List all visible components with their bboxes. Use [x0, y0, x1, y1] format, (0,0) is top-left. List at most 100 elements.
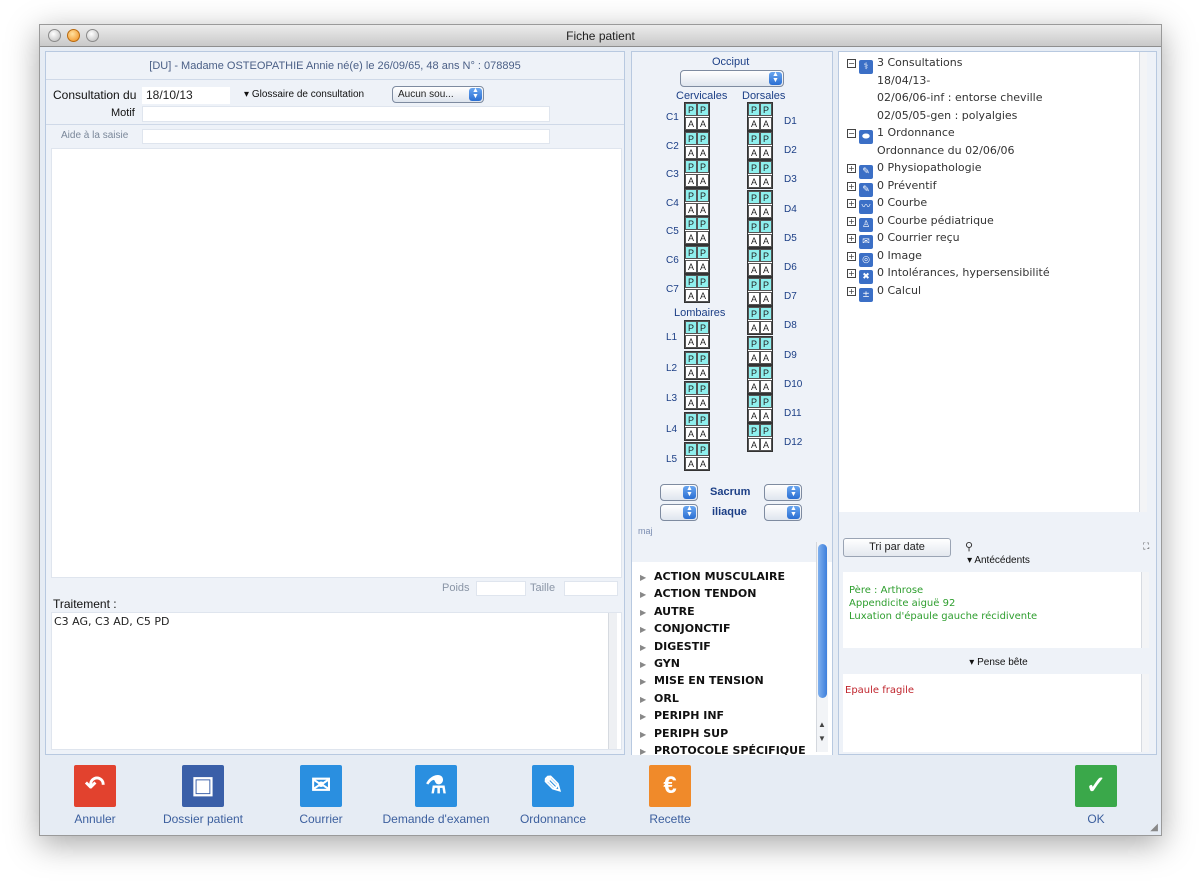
d4-a-left-cell[interactable]: A — [748, 204, 760, 218]
d12-a-left-cell[interactable]: A — [748, 438, 760, 452]
c7-p-right-cell[interactable]: P — [697, 274, 709, 288]
tree-category[interactable]: + ✉ 0 Courrier reçu — [847, 231, 960, 249]
technique-item[interactable]: ▶ ACTION MUSCULAIRE — [640, 570, 785, 583]
expand-icon[interactable]: + — [847, 216, 856, 226]
sacrum-left-select[interactable]: ▲ ▼ — [660, 484, 698, 501]
d1-p-left-cell[interactable]: P — [748, 103, 760, 116]
c1-p-left-cell[interactable]: P — [685, 103, 697, 116]
technique-item[interactable]: ▶ PERIPH SUP — [640, 727, 728, 740]
c2-a-right-cell[interactable]: A — [697, 145, 709, 159]
expand-icon[interactable]: + — [847, 181, 856, 191]
courrier-button[interactable]: ✉ Courrier — [266, 765, 376, 826]
l2-p-left-cell[interactable]: P — [685, 351, 697, 365]
c5-p-right-cell[interactable]: P — [697, 217, 709, 231]
c4-a-left-cell[interactable]: A — [685, 202, 697, 216]
l4-p-right-cell[interactable]: P — [697, 412, 709, 426]
tree-category[interactable]: + ±0 Calcul — [847, 284, 921, 302]
c5-a-right-cell[interactable]: A — [697, 231, 709, 245]
d8-a-right-cell[interactable]: A — [760, 321, 772, 335]
resize-grip-icon[interactable]: ◢ — [1150, 822, 1158, 833]
c6-p-left-cell[interactable]: P — [685, 246, 697, 259]
scroll-up-icon[interactable]: ▲ — [818, 720, 826, 729]
c4-p-right-cell[interactable]: P — [697, 188, 709, 202]
d11-a-right-cell[interactable]: A — [760, 409, 772, 422]
antecedents-area[interactable]: Père : Arthrose Appendicite aiguë 92 Luxat… — [843, 572, 1141, 648]
technique-item[interactable]: ▶ CONJONCTIF — [640, 622, 730, 635]
d9-a-right-cell[interactable]: A — [760, 350, 772, 364]
pense-bete-scrollbar[interactable] — [1141, 674, 1149, 752]
techniques-scrollbar[interactable]: ▲ ▼ — [816, 542, 828, 752]
d6-p-left-cell[interactable]: P — [748, 249, 760, 262]
c3-a-right-cell[interactable]: A — [697, 174, 709, 188]
pense-bete-toggle[interactable]: ▾ Pense bête — [839, 657, 1158, 668]
glossary-toggle[interactable]: ▾ Glossaire de consultation — [244, 89, 364, 100]
close-window-button[interactable] — [48, 29, 61, 42]
l4-a-left-cell[interactable]: A — [685, 426, 697, 440]
expand-icon[interactable]: + — [847, 286, 856, 296]
d8-a-left-cell[interactable]: A — [748, 321, 760, 335]
d7-p-left-cell[interactable]: P — [748, 278, 760, 292]
c5-p-left-cell[interactable]: P — [685, 217, 697, 231]
antecedents-toggle[interactable]: ▾ Antécédents — [839, 555, 1158, 566]
c1-a-right-cell[interactable]: A — [697, 117, 709, 130]
c3-a-left-cell[interactable]: A — [685, 174, 697, 188]
d11-p-right-cell[interactable]: P — [760, 395, 772, 408]
d8-p-right-cell[interactable]: P — [760, 307, 772, 321]
c3-p-left-cell[interactable]: P — [685, 160, 697, 174]
aide-field[interactable] — [142, 129, 550, 144]
c3-p-right-cell[interactable]: P — [697, 160, 709, 174]
expand-icon[interactable]: + — [847, 251, 856, 261]
expand-icon[interactable]: + — [847, 164, 856, 173]
c2-p-right-cell[interactable]: P — [697, 131, 709, 145]
annuler-button[interactable]: ↶ Annuler — [40, 765, 150, 826]
l3-p-right-cell[interactable]: P — [697, 382, 709, 395]
search-icon[interactable]: ⚲ — [965, 540, 973, 553]
technique-item[interactable]: ▶ ORL — [640, 692, 679, 705]
tree-ordonnance[interactable]: − ⬬ 1 Ordonnance — [847, 126, 955, 144]
poids-field[interactable] — [476, 581, 526, 596]
motif-field[interactable] — [142, 106, 550, 122]
d5-a-right-cell[interactable]: A — [760, 233, 772, 247]
tree-category[interactable]: + ✖ 0 Intolérances, hypersensibilité — [847, 266, 1050, 284]
tree-category[interactable]: + ♙ 0 Courbe pédiatrique — [847, 214, 994, 232]
technique-item[interactable]: ▶ PROTOCOLE SPÉCIFIQUE — [640, 744, 806, 755]
d2-a-right-cell[interactable]: A — [760, 146, 772, 160]
c2-a-left-cell[interactable]: A — [685, 145, 697, 159]
d1-a-right-cell[interactable]: A — [760, 117, 772, 130]
d4-p-left-cell[interactable]: P — [748, 190, 760, 204]
d10-p-right-cell[interactable]: P — [760, 365, 772, 379]
scroll-thumb[interactable] — [818, 544, 827, 698]
d4-p-right-cell[interactable]: P — [760, 190, 772, 204]
tree-category[interactable]: + 〰 0 Courbe — [847, 196, 927, 214]
c6-a-right-cell[interactable]: A — [697, 260, 709, 273]
c5-a-left-cell[interactable]: A — [685, 231, 697, 245]
l2-a-right-cell[interactable]: A — [697, 365, 709, 379]
tree-category[interactable]: + ✎ 0 Préventif — [847, 179, 936, 197]
expand-icon[interactable]: + — [847, 199, 856, 208]
d10-a-right-cell[interactable]: A — [760, 379, 772, 393]
technique-item[interactable]: ▶ PERIPH INF — [640, 709, 724, 722]
d3-p-left-cell[interactable]: P — [748, 161, 760, 175]
d5-a-left-cell[interactable]: A — [748, 233, 760, 247]
c7-p-left-cell[interactable]: P — [685, 274, 697, 288]
traitement-area[interactable]: C3 AG, C3 AD, C5 PD — [51, 612, 622, 750]
l4-p-left-cell[interactable]: P — [685, 412, 697, 426]
ok-button[interactable]: ✓ OK — [1041, 765, 1151, 826]
d6-p-right-cell[interactable]: P — [760, 249, 772, 262]
tree-consultation-item[interactable]: 02/06/06-inf : entorse cheville — [877, 91, 1043, 104]
d7-a-left-cell[interactable]: A — [748, 292, 760, 306]
d7-p-right-cell[interactable]: P — [760, 278, 772, 292]
c7-a-right-cell[interactable]: A — [697, 288, 709, 302]
l4-a-right-cell[interactable]: A — [697, 426, 709, 440]
tree-consultation-item[interactable]: 18/04/13- — [877, 74, 930, 87]
c2-p-left-cell[interactable]: P — [685, 131, 697, 145]
l3-a-right-cell[interactable]: A — [697, 396, 709, 409]
c4-a-right-cell[interactable]: A — [697, 202, 709, 216]
d5-p-left-cell[interactable]: P — [748, 219, 760, 233]
tree-category[interactable]: + ◎ 0 Image — [847, 249, 922, 267]
antecedents-scrollbar[interactable] — [1141, 572, 1149, 648]
expand-icon[interactable]: ⛶ — [1143, 541, 1149, 552]
d11-a-left-cell[interactable]: A — [748, 409, 760, 422]
d2-a-left-cell[interactable]: A — [748, 146, 760, 160]
tree-scrollbar[interactable] — [1139, 52, 1147, 512]
